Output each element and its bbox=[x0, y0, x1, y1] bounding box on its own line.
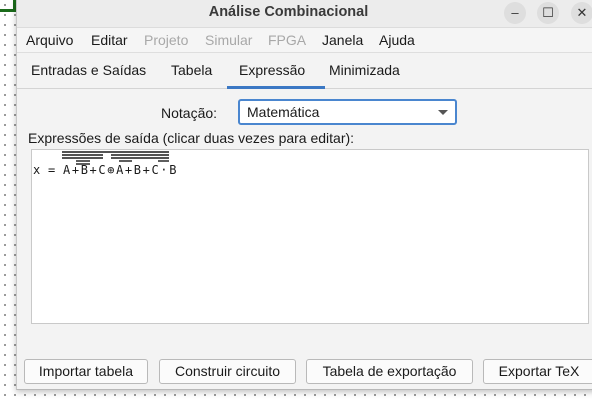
expression-token: + bbox=[72, 163, 79, 177]
tab-minimizada[interactable]: Minimizada bbox=[329, 62, 400, 78]
output-expressions-label: Expressões de saída (clicar duas vezes p… bbox=[28, 130, 355, 146]
notation-label: Notação: bbox=[161, 105, 218, 121]
notation-selected-value: Matemática bbox=[247, 104, 320, 120]
expression-token: · bbox=[160, 163, 167, 177]
chevron-down-icon bbox=[438, 110, 448, 115]
menu-fpga[interactable]: FPGA bbox=[268, 32, 306, 48]
expression-lhs: x bbox=[33, 163, 40, 177]
expression-render: x = A + B + C ⊕ A + B + C · B bbox=[33, 151, 176, 177]
title-bar[interactable]: Análise Combinacional – ☐ ✕ bbox=[17, 0, 592, 28]
background-canvas-corner bbox=[0, 0, 16, 12]
export-table-button[interactable]: Tabela de exportação bbox=[306, 359, 473, 384]
menu-projeto[interactable]: Projeto bbox=[144, 32, 188, 48]
expression-token: A bbox=[63, 163, 71, 177]
menu-bar: Arquivo Editar Projeto Simular FPGA Jane… bbox=[17, 28, 592, 53]
tab-expressao[interactable]: Expressão bbox=[239, 62, 305, 78]
tab-bar: Entradas e Saídas Tabela Expressão Minim… bbox=[17, 53, 592, 89]
notation-select[interactable]: Matemática bbox=[238, 99, 457, 125]
close-icon[interactable]: ✕ bbox=[571, 2, 592, 24]
menu-arquivo[interactable]: Arquivo bbox=[26, 32, 73, 48]
expression-token: B bbox=[169, 163, 176, 177]
expression-editor[interactable]: x = A + B + C ⊕ A + B + C · B bbox=[31, 149, 589, 324]
menu-simular[interactable]: Simular bbox=[205, 32, 252, 48]
menu-ajuda[interactable]: Ajuda bbox=[379, 32, 415, 48]
expression-token: C bbox=[152, 163, 159, 177]
expression-token: A bbox=[116, 163, 124, 177]
export-tex-button[interactable]: Exportar TeX bbox=[483, 359, 592, 384]
analysis-window: Análise Combinacional – ☐ ✕ Arquivo Edit… bbox=[16, 0, 592, 390]
active-tab-indicator bbox=[227, 86, 325, 89]
expression-token: + bbox=[125, 163, 132, 177]
expression-token: + bbox=[143, 163, 150, 177]
expression-panel: Notação: Matemática Expressões de saída … bbox=[17, 90, 592, 389]
expression-token: + bbox=[90, 163, 97, 177]
expression-equals: = bbox=[48, 163, 55, 177]
menu-editar[interactable]: Editar bbox=[91, 32, 128, 48]
expression-token: B bbox=[134, 163, 141, 177]
tab-entradas-e-saidas[interactable]: Entradas e Saídas bbox=[31, 62, 146, 78]
expression-token: B bbox=[81, 163, 88, 177]
expression-token: C bbox=[98, 163, 105, 177]
minimize-icon[interactable]: – bbox=[504, 2, 526, 24]
menu-janela[interactable]: Janela bbox=[322, 32, 363, 48]
tab-tabela[interactable]: Tabela bbox=[171, 62, 212, 78]
import-table-button[interactable]: Importar tabela bbox=[24, 359, 148, 384]
maximize-icon[interactable]: ☐ bbox=[537, 2, 559, 24]
expression-token: ⊕ bbox=[107, 163, 114, 177]
build-circuit-button[interactable]: Construir circuito bbox=[159, 359, 296, 384]
expression-rhs: A + B + C ⊕ A + B + C · B bbox=[63, 163, 176, 177]
